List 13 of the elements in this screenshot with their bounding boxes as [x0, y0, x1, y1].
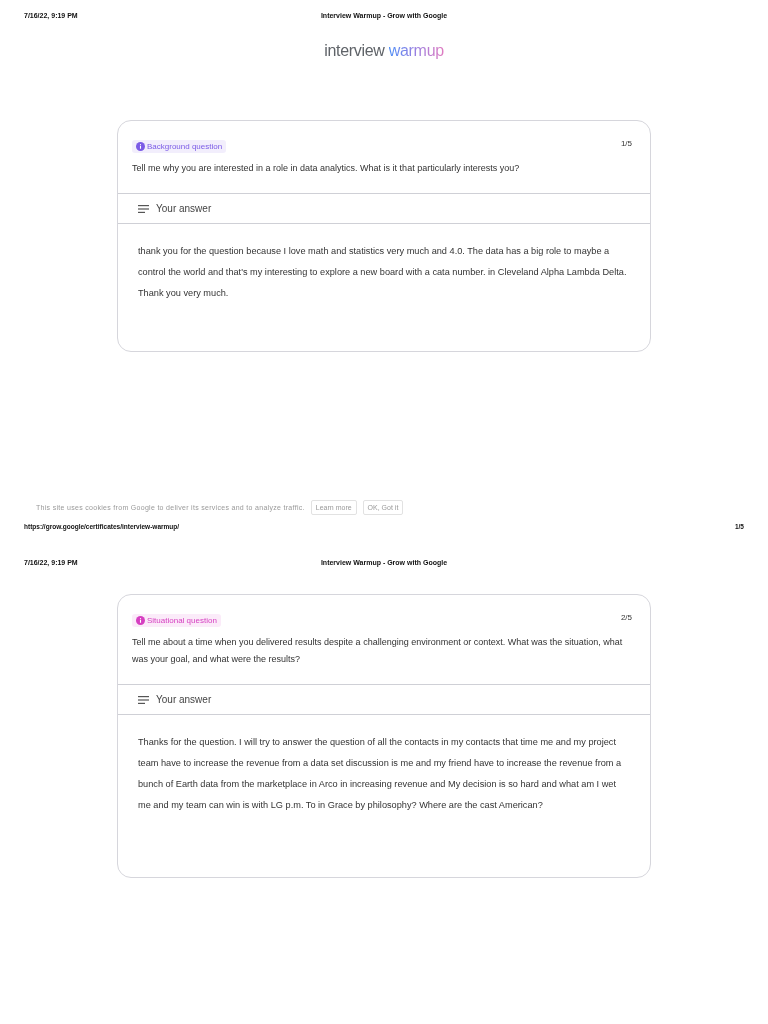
answer-text: Thanks for the question. I will try to answer the question of all the contacts in my contacts that time me and my project team have to increase the revenue from a data set discussion is me and my friend have to increase the revenue from a bunch of Earth data from the marketplace in Arco in increasing revenue and My decision is so hard and what am I wet me and my team can win is with LG p.m. To in Grace by philosophy? Where are the cast American?: [137, 736, 623, 812]
answer-text: thank you for the question because I love math and statistics very much and 4.0. The data has a big role to maybe a control the world and that's my interesting to explore a new board with a cata number. in Cleveland Alpha Lambda Delta. Thank you very much.: [137, 245, 628, 300]
question-tag: Background question: [132, 140, 227, 153]
lines-icon: [138, 695, 149, 704]
logo: interview warmup: [324, 42, 444, 60]
answer-label: Your answer: [156, 694, 212, 705]
answer-label: Your answer: [156, 203, 212, 214]
question-counter: 1/5: [620, 139, 632, 148]
question-text: Tell me about a time when you delivered results despite a challenging environment or context. What was the situation, what was your goal, and what were the results?: [132, 636, 624, 666]
question-tag: Situational question: [132, 614, 221, 627]
lines-icon: [138, 204, 149, 213]
question-text: Tell me why you are interested in a role in data analytics. What is it that particularly interests you?: [132, 162, 521, 175]
question-counter: 2/5: [620, 613, 632, 622]
